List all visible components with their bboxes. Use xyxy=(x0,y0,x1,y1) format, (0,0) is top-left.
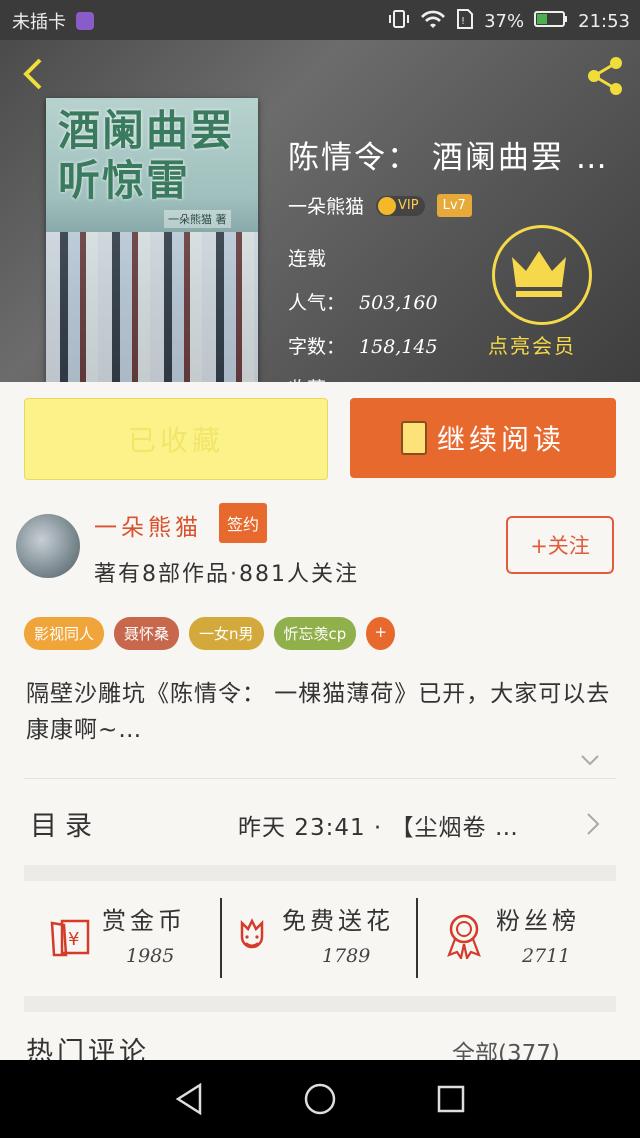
nav-recents-button[interactable] xyxy=(436,1084,466,1118)
cover-illustration xyxy=(46,232,258,382)
chevron-right-icon xyxy=(587,813,600,835)
membership-label[interactable]: 点亮会员 xyxy=(488,330,576,359)
collect-row: 收藏： xyxy=(288,374,345,382)
fan-ranking-button[interactable]: 粉丝榜 2711 xyxy=(440,895,636,979)
back-button[interactable] xyxy=(16,56,52,92)
book-author[interactable]: 一朵熊猫 xyxy=(288,192,364,219)
membership-button[interactable] xyxy=(492,225,592,325)
tag-item[interactable]: 忻忘羡cp xyxy=(273,617,357,650)
tag-item[interactable]: 影视同人 xyxy=(24,617,105,650)
sim-icon: ! xyxy=(456,8,474,35)
send-flower-button[interactable]: 免费送花 1789 xyxy=(232,895,428,979)
gallery-notification-icon xyxy=(76,12,94,30)
book-title: 陈情令： 酒阑曲罢 … xyxy=(288,140,609,176)
signed-badge: 签约 xyxy=(219,503,268,543)
crown-icon xyxy=(512,251,566,297)
catalog-label[interactable]: 目录 xyxy=(30,804,100,843)
expand-description-button[interactable] xyxy=(580,752,600,771)
circle-home-icon xyxy=(304,1083,336,1115)
favorited-button[interactable]: 已收藏 xyxy=(24,398,328,480)
book-header: 酒阑曲罢 听惊雷 一朵熊猫 著 陈情令： 酒阑曲罢 … 一朵熊猫 VIP Lv7… xyxy=(0,40,640,382)
follow-button[interactable]: +关注 xyxy=(506,516,614,574)
tag-item[interactable]: 聂怀桑 xyxy=(114,617,180,650)
share-icon xyxy=(588,57,622,95)
wifi-icon xyxy=(420,8,446,35)
continue-reading-button[interactable]: 继续阅读 xyxy=(350,398,616,478)
nav-home-button[interactable] xyxy=(303,1082,337,1120)
battery-percent: 37% xyxy=(484,11,525,32)
book-status: 连载 xyxy=(288,248,327,270)
author-stats: 著有8部作品·881人关注 xyxy=(94,562,359,587)
ribbon-medal-icon xyxy=(447,914,481,959)
battery-icon xyxy=(534,10,568,33)
latest-chapter[interactable]: 昨天 23:41 · 【尘烟卷 … xyxy=(238,808,519,842)
stat-label: 免费送花 xyxy=(282,907,394,935)
book-cover[interactable]: 酒阑曲罢 听惊雷 一朵熊猫 著 xyxy=(46,98,258,382)
author-name[interactable]: 一朵熊猫 xyxy=(94,508,202,542)
level-badge: Lv7 xyxy=(436,194,472,217)
svg-text:¥: ¥ xyxy=(68,929,79,950)
tag-item[interactable]: 一女n男 xyxy=(189,617,264,650)
gold-coin-envelope-icon: ¥ xyxy=(50,919,90,957)
section-divider xyxy=(24,865,616,881)
popularity-row: 人气： 503,160 xyxy=(288,288,438,315)
clock: 21:53 xyxy=(578,11,630,32)
tag-list: 影视同人 聂怀桑 一女n男 忻忘羡cp + xyxy=(24,617,395,650)
popularity-label: 人气： xyxy=(288,292,346,314)
words-value: 158,145 xyxy=(359,336,438,358)
divider xyxy=(24,778,616,779)
carrier-text: 未插卡 xyxy=(12,12,66,33)
chevron-down-icon xyxy=(581,755,599,766)
vip-label: VIP xyxy=(398,198,419,213)
chevron-left-icon xyxy=(23,58,42,90)
book-icon xyxy=(400,421,427,455)
vip-badge: VIP xyxy=(376,195,425,216)
words-row: 字数： 158,145 xyxy=(288,332,438,359)
tag-more-button[interactable]: + xyxy=(366,617,395,650)
square-recents-icon xyxy=(437,1085,465,1113)
stat-value: 1985 xyxy=(126,945,175,967)
book-description: 隔壁沙雕坑《陈情令： 一棵猫薄荷》已开，大家可以去康康啊~… xyxy=(26,681,611,743)
cover-title: 酒阑曲罢 听惊雷 xyxy=(58,106,235,205)
triangle-back-icon xyxy=(175,1082,202,1116)
stat-value: 1789 xyxy=(322,945,371,967)
vibrate-icon xyxy=(388,8,410,35)
vip-icon xyxy=(378,196,397,215)
catalog-arrow[interactable] xyxy=(586,812,600,840)
stat-separator xyxy=(416,898,418,978)
stat-value: 2711 xyxy=(522,945,571,967)
stat-label: 粉丝榜 xyxy=(496,907,580,935)
author-avatar[interactable] xyxy=(16,514,80,578)
svg-text:!: ! xyxy=(461,16,465,27)
stat-label: 赏金币 xyxy=(102,907,186,935)
status-bar: 未插卡 ! 37% 21:53 xyxy=(0,0,640,40)
stat-separator xyxy=(220,898,222,978)
share-button[interactable] xyxy=(584,54,628,98)
cover-author: 一朵熊猫 著 xyxy=(164,210,231,228)
reward-coins-button[interactable]: ¥ 赏金币 1985 xyxy=(40,895,236,979)
continue-reading-label: 继续阅读 xyxy=(436,423,565,456)
nav-back-button[interactable] xyxy=(174,1082,204,1120)
popularity-value: 503,160 xyxy=(359,292,438,314)
flower-icon xyxy=(240,918,264,949)
book-author-row: 一朵熊猫 VIP Lv7 xyxy=(288,192,472,219)
words-label: 字数： xyxy=(288,336,346,358)
section-divider xyxy=(24,996,616,1012)
system-nav-bar xyxy=(0,1060,640,1138)
